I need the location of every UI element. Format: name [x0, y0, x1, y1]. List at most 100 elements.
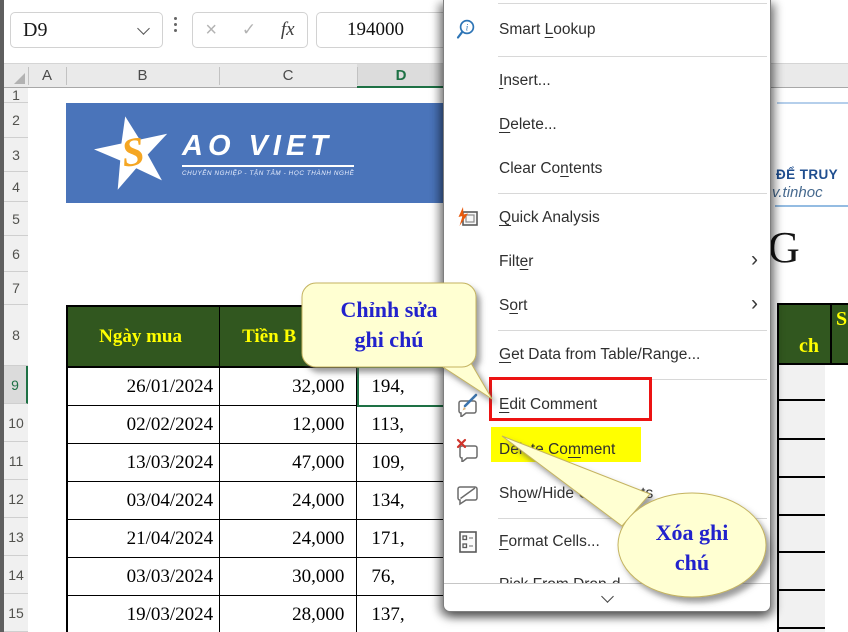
gridline [777, 438, 825, 440]
quick-analysis-icon [456, 205, 482, 231]
formula-bar[interactable]: 194000 [316, 12, 446, 48]
select-all-triangle-icon [14, 73, 25, 84]
menu-item-smart-lookup[interactable]: iSmart Lookup [444, 6, 770, 54]
column-header-c[interactable]: C [219, 64, 357, 87]
cell-amount[interactable]: 30,000 [220, 558, 357, 596]
row-header-15[interactable]: 15 [4, 594, 28, 632]
row-header-14[interactable]: 14 [4, 556, 28, 594]
cell-date[interactable]: 21/04/2024 [68, 520, 220, 558]
menu-item-quick-analysis[interactable]: Quick Analysis [444, 196, 770, 240]
menu-separator [498, 56, 767, 57]
formula-bar-value: 194000 [317, 19, 404, 41]
cell-date[interactable]: 13/03/2024 [68, 444, 220, 482]
row-header-13[interactable]: 13 [4, 518, 28, 556]
menu-item-label: Show/Hide Comments [499, 485, 653, 503]
table-row: 02/02/202412,000113, [68, 406, 443, 444]
table-row: 03/04/202424,000134, [68, 482, 443, 520]
format-cells-icon [456, 529, 482, 555]
cancel-icon[interactable]: × [205, 20, 217, 40]
cell-amount[interactable]: 47,000 [220, 444, 357, 482]
cell-total-partial[interactable]: 109, [357, 444, 443, 482]
menu-item-format-cells[interactable]: Format Cells... [444, 521, 770, 563]
promo-text-line1: ĐỂ TRUY [776, 167, 838, 182]
promo-underline [775, 205, 848, 207]
row-header-12[interactable]: 12 [4, 480, 28, 518]
gridline [777, 399, 825, 401]
chevron-down-icon [601, 590, 614, 603]
header-hidden [357, 307, 443, 368]
cell-total-partial[interactable]: 113, [357, 406, 443, 444]
cell-date[interactable]: 19/03/2024 [68, 596, 220, 632]
gridline [777, 589, 825, 591]
cell-amount[interactable]: 24,000 [220, 520, 357, 558]
row-header-8[interactable]: 8 [4, 305, 28, 366]
star-logo-icon: S [94, 114, 172, 192]
cell-total-partial[interactable]: 171, [357, 520, 443, 558]
row-header-3[interactable]: 3 [4, 138, 28, 172]
row-header-column: 123456789101112131415 [4, 88, 28, 632]
sheet-title-partial: G [768, 222, 800, 273]
menu-item-label: Insert... [499, 72, 551, 90]
edit-comment-icon [456, 392, 482, 418]
menu-item-get-data-from-table[interactable]: Get Data from Table/Range... [444, 333, 770, 377]
table-row: 21/04/202424,000171, [68, 520, 443, 558]
menu-item-label: Get Data from Table/Range... [499, 346, 700, 364]
context-menu: iSmart Lookup Insert... Delete... Clear Con… [443, 0, 771, 612]
column-divider [219, 67, 220, 85]
header-ngay-mua: Ngày mua [68, 307, 220, 368]
table-row: 19/03/202428,000137, [68, 596, 443, 632]
header-partial-top: S [836, 308, 847, 331]
menu-item-insert[interactable]: Insert... [444, 59, 770, 103]
row-header-2[interactable]: 2 [4, 103, 28, 138]
row-header-9[interactable]: 9 [4, 366, 28, 404]
row-header-4[interactable]: 4 [4, 172, 28, 202]
menu-item-label: Clear Contents [499, 160, 602, 178]
promo-text-line2: v.tinhoc [772, 184, 823, 201]
menu-scroll-more[interactable] [444, 583, 770, 611]
menu-separator [498, 3, 767, 4]
cell-amount[interactable]: 28,000 [220, 596, 357, 632]
column-divider [357, 67, 358, 85]
name-box[interactable]: D9 [10, 12, 163, 48]
menu-item-sort[interactable]: Sort› [444, 284, 770, 328]
menu-separator [498, 330, 767, 331]
cell-amount[interactable]: 32,000 [220, 368, 357, 406]
row-header-5[interactable]: 5 [4, 202, 28, 236]
cell-total-partial[interactable]: 76, [357, 558, 443, 596]
row-header-10[interactable]: 10 [4, 404, 28, 442]
menu-item-clear-contents[interactable]: Clear Contents [444, 147, 770, 191]
cell-amount[interactable]: 12,000 [220, 406, 357, 444]
column-header-b[interactable]: B [66, 64, 219, 87]
cell-date[interactable]: 03/04/2024 [68, 482, 220, 520]
menu-item-label: Quick Analysis [499, 209, 600, 227]
cell-total-partial[interactable]: 137, [357, 596, 443, 632]
logo-brand: AO VIET [182, 130, 354, 167]
cell-amount[interactable]: 24,000 [220, 482, 357, 520]
select-all-corner[interactable] [4, 64, 28, 87]
name-box-dropdown-icon[interactable] [137, 22, 150, 35]
cell-date[interactable]: 03/03/2024 [68, 558, 220, 596]
menu-item-filter[interactable]: Filter› [444, 240, 770, 284]
menu-item-label: Format Cells... [499, 533, 600, 551]
menu-item-label: Filter [499, 253, 533, 271]
selected-cell-border [357, 366, 445, 407]
purchase-table: Ngày muaTiền B26/01/202432,000194,02/02/… [66, 305, 443, 632]
logo-banner: S AO VIET CHUYÊN NGHIỆP - TẬN TÂM - HỌC … [66, 103, 443, 203]
column-header-a[interactable]: A [28, 64, 66, 87]
insert-function-icon[interactable]: fx [281, 19, 295, 41]
column-header-d[interactable]: D [357, 64, 445, 88]
menu-item-delete[interactable]: Delete... [444, 103, 770, 147]
table-right-cells [779, 365, 825, 632]
cell-date[interactable]: 02/02/2024 [68, 406, 220, 444]
cell-total-partial[interactable]: 134, [357, 482, 443, 520]
row-header-11[interactable]: 11 [4, 442, 28, 480]
row-header-1[interactable]: 1 [4, 88, 28, 103]
gridline [777, 514, 825, 516]
enter-icon[interactable]: ✓ [242, 20, 256, 40]
svg-text:i: i [466, 22, 469, 32]
cell-date[interactable]: 26/01/2024 [68, 368, 220, 406]
row-header-6[interactable]: 6 [4, 236, 28, 272]
menu-item-show-hide-comments[interactable]: Show/Hide Comments [444, 472, 770, 516]
formula-bar-buttons: × ✓ fx [192, 12, 308, 48]
row-header-7[interactable]: 7 [4, 272, 28, 305]
